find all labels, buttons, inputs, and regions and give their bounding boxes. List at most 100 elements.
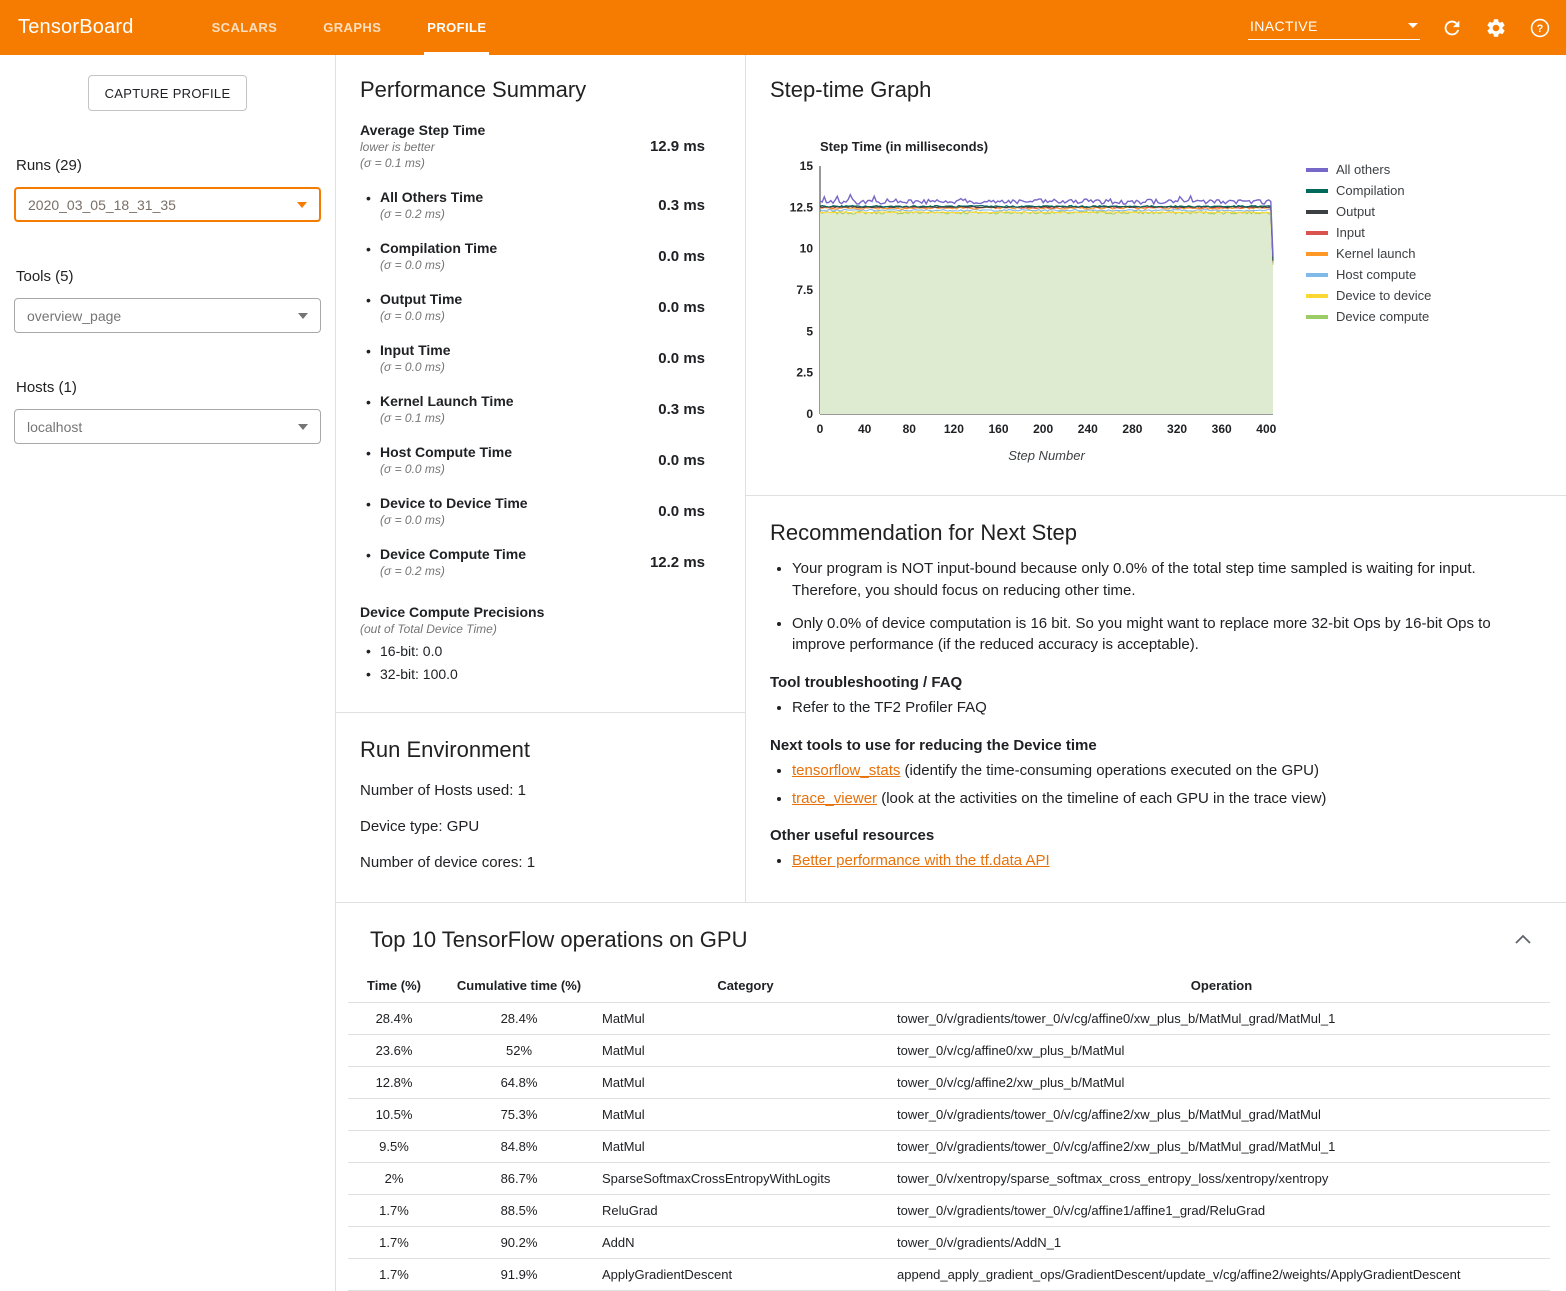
svg-text:12.5: 12.5 xyxy=(790,200,814,214)
legend-item: Kernel launch xyxy=(1306,247,1431,260)
op-operation-cell: tower_0/v/gradients/tower_0/v/cg/affine1… xyxy=(893,1195,1550,1227)
precision-item: 16-bit: 0.0 xyxy=(360,643,745,659)
op-category-cell: MatMul xyxy=(598,1003,893,1035)
metric-label: Device to Device Time xyxy=(380,495,646,511)
table-row: 9.5% 84.8% MatMul tower_0/v/gradients/to… xyxy=(348,1131,1550,1163)
recommendation-bullet: Your program is NOT input-bound because … xyxy=(792,558,1536,602)
step-time-chart: 02.557.51012.515040801201602002402803203… xyxy=(778,154,1283,466)
svg-text:5: 5 xyxy=(806,324,813,338)
op-category-cell: MatMul xyxy=(598,1099,893,1131)
tool-link[interactable]: tensorflow_stats xyxy=(792,762,900,779)
metric-item: Compilation Time (σ = 0.0 ms) 0.0 ms xyxy=(360,240,745,272)
legend-item: Device to device xyxy=(1306,289,1431,302)
svg-text:0: 0 xyxy=(806,407,813,421)
table-row: 10.5% 75.3% MatMul tower_0/v/gradients/t… xyxy=(348,1099,1550,1131)
top-ops-table: Time (%) Cumulative time (%) Category Op… xyxy=(348,969,1550,1291)
legend-item: Compilation xyxy=(1306,184,1431,197)
legend-item: Host compute xyxy=(1306,268,1431,281)
tab-graphs[interactable]: GRAPHS xyxy=(300,0,404,55)
legend-swatch xyxy=(1306,210,1328,214)
metric-item: Input Time (σ = 0.0 ms) 0.0 ms xyxy=(360,342,745,374)
caret-down-icon xyxy=(298,313,308,319)
svg-text:2.5: 2.5 xyxy=(796,366,813,380)
next-tools-heading: Next tools to use for reducing the Devic… xyxy=(770,737,1536,754)
metric-sigma: (σ = 0.1 ms) xyxy=(360,156,638,170)
hosts-dropdown[interactable]: localhost xyxy=(14,409,321,444)
runs-dropdown-value: 2020_03_05_18_31_35 xyxy=(28,197,176,213)
tool-link-item: tensorflow_stats (identify the time-cons… xyxy=(792,760,1536,782)
chevron-up-icon[interactable] xyxy=(1510,929,1536,952)
tool-link-desc: (identify the time-consuming operations … xyxy=(900,762,1319,779)
table-row: 2% 86.7% SparseSoftmaxCrossEntropyWithLo… xyxy=(348,1163,1550,1195)
metric-item: Output Time (σ = 0.0 ms) 0.0 ms xyxy=(360,291,745,323)
run-environment-title: Run Environment xyxy=(360,737,721,763)
svg-text:15: 15 xyxy=(800,159,814,173)
metric-sigma: (σ = 0.0 ms) xyxy=(380,360,646,374)
op-time-cell: 28.4% xyxy=(348,1003,440,1035)
tab-profile[interactable]: PROFILE xyxy=(404,0,509,55)
metric-sigma: (σ = 0.2 ms) xyxy=(380,564,638,578)
runs-dropdown[interactable]: 2020_03_05_18_31_35 xyxy=(14,187,321,222)
top-ops-panel: Top 10 TensorFlow operations on GPU Time… xyxy=(336,902,1566,1291)
chart-title: Step Time (in milliseconds) xyxy=(820,139,1283,154)
recommendation-title: Recommendation for Next Step xyxy=(770,520,1536,546)
metric-value: 0.0 ms xyxy=(658,503,705,520)
op-category-cell: ReluGrad xyxy=(598,1195,893,1227)
precisions-title: Device Compute Precisions xyxy=(360,604,745,620)
op-category-cell: AddN xyxy=(598,1227,893,1259)
resources-heading: Other useful resources xyxy=(770,827,1536,844)
resource-link-item: Better performance with the tf.data API xyxy=(792,850,1536,872)
status-dropdown[interactable]: INACTIVE xyxy=(1248,16,1420,40)
status-dropdown-value: INACTIVE xyxy=(1250,18,1318,34)
op-time-cell: 10.5% xyxy=(348,1099,440,1131)
op-operation-cell: tower_0/v/cg/affine2/xw_plus_b/MatMul xyxy=(893,1067,1550,1099)
op-operation-cell: tower_0/v/gradients/tower_0/v/cg/affine0… xyxy=(893,1003,1550,1035)
op-operation-cell: tower_0/v/xentropy/sparse_softmax_cross_… xyxy=(893,1163,1550,1195)
column-header: Cumulative time (%) xyxy=(440,969,598,1003)
op-operation-cell: tower_0/v/cg/affine0/xw_plus_b/MatMul xyxy=(893,1035,1550,1067)
metric-label: Average Step Time xyxy=(360,122,638,138)
help-icon[interactable]: ? xyxy=(1528,16,1552,40)
tool-link-desc: (look at the activities on the timeline … xyxy=(877,790,1326,807)
op-time-cell: 2% xyxy=(348,1163,440,1195)
legend-label: Input xyxy=(1336,225,1365,240)
refresh-icon[interactable] xyxy=(1440,16,1464,40)
recommendation-bullet: Only 0.0% of device computation is 16 bi… xyxy=(792,613,1536,657)
metric-value: 12.9 ms xyxy=(650,138,705,155)
svg-text:320: 320 xyxy=(1167,422,1187,436)
hosts-label: Hosts (1) xyxy=(14,379,321,396)
legend-item: Input xyxy=(1306,226,1431,239)
op-cumulative-cell: 52% xyxy=(440,1035,598,1067)
metric-label: Input Time xyxy=(380,342,646,358)
metric-item: Kernel Launch Time (σ = 0.1 ms) 0.3 ms xyxy=(360,393,745,425)
metric-sigma: (σ = 0.0 ms) xyxy=(380,258,646,272)
step-time-graph-panel: Step-time Graph Step Time (in millisecon… xyxy=(746,55,1566,496)
legend-swatch xyxy=(1306,231,1328,235)
tab-scalars[interactable]: SCALARS xyxy=(189,0,301,55)
precisions-subtitle: (out of Total Device Time) xyxy=(360,622,745,636)
legend-item: Output xyxy=(1306,205,1431,218)
table-row: 12.8% 64.8% MatMul tower_0/v/cg/affine2/… xyxy=(348,1067,1550,1099)
precision-item: 32-bit: 100.0 xyxy=(360,666,745,682)
table-row: 1.7% 90.2% AddN tower_0/v/gradients/AddN… xyxy=(348,1227,1550,1259)
metric-label: All Others Time xyxy=(380,189,646,205)
resource-link[interactable]: Better performance with the tf.data API xyxy=(792,852,1050,869)
caret-down-icon xyxy=(1408,23,1418,28)
tool-link[interactable]: trace_viewer xyxy=(792,790,877,807)
op-cumulative-cell: 88.5% xyxy=(440,1195,598,1227)
tools-dropdown[interactable]: overview_page xyxy=(14,298,321,333)
op-cumulative-cell: 28.4% xyxy=(440,1003,598,1035)
runs-label: Runs (29) xyxy=(14,157,321,174)
performance-summary-title: Performance Summary xyxy=(360,77,745,103)
op-time-cell: 9.5% xyxy=(348,1131,440,1163)
metric-value: 0.0 ms xyxy=(658,248,705,265)
chart-legend: All othersCompilationOutputInputKernel l… xyxy=(1306,163,1431,469)
legend-label: Device compute xyxy=(1336,309,1429,324)
tools-dropdown-value: overview_page xyxy=(27,308,121,324)
step-time-graph-title: Step-time Graph xyxy=(770,77,1542,103)
capture-profile-button[interactable]: CAPTURE PROFILE xyxy=(88,75,248,111)
metric-label: Device Compute Time xyxy=(380,546,638,562)
gear-icon[interactable] xyxy=(1484,16,1508,40)
op-category-cell: SparseSoftmaxCrossEntropyWithLogits xyxy=(598,1163,893,1195)
metric-label: Output Time xyxy=(380,291,646,307)
